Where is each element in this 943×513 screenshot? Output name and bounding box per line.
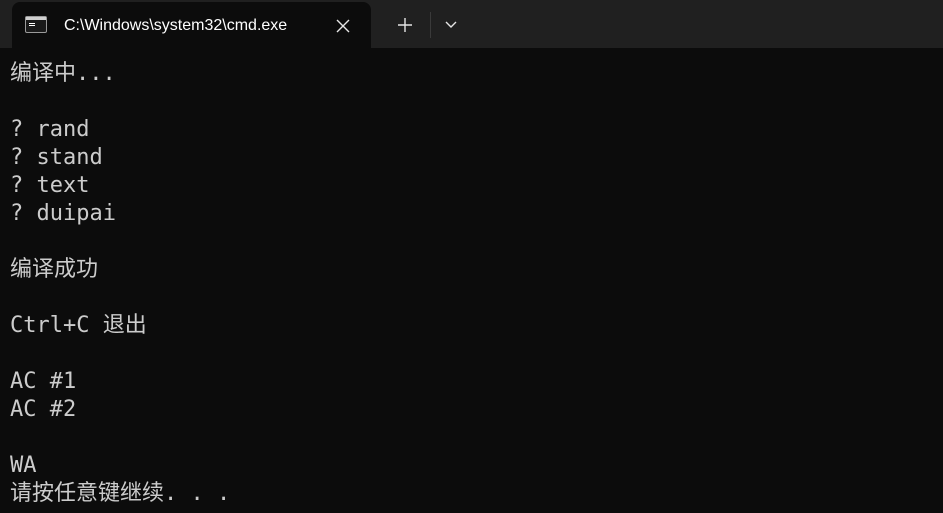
cmd-icon	[25, 16, 47, 33]
new-tab-button[interactable]	[389, 10, 421, 40]
console-line: ? rand	[10, 117, 90, 142]
console-line: ? text	[10, 173, 90, 198]
console-line: ? duipai	[10, 201, 116, 226]
console-line: Ctrl+C 退出	[10, 313, 147, 338]
console-line: 编译中...	[10, 61, 116, 86]
tab-title: C:\Windows\system32\cmd.exe	[64, 17, 288, 34]
terminal-window: C:\Windows\system32\cmd.exe 编译中... ? ran…	[0, 0, 943, 513]
close-icon	[336, 19, 350, 33]
tab-cmd[interactable]: C:\Windows\system32\cmd.exe	[12, 2, 371, 48]
tab-divider	[430, 12, 431, 38]
console-line: AC #1	[10, 369, 77, 394]
close-tab-button[interactable]	[330, 13, 356, 39]
console-line: WA	[10, 453, 37, 478]
console-line: 请按任意键继续. . .	[10, 481, 231, 506]
console-line: 编译成功	[10, 257, 99, 282]
tab-bar: C:\Windows\system32\cmd.exe	[0, 0, 943, 48]
plus-icon	[398, 18, 412, 32]
tab-dropdown-button[interactable]	[437, 10, 465, 40]
console-line: AC #2	[10, 397, 77, 422]
console-output[interactable]: 编译中... ? rand ? stand ? text ? duipai 编译…	[10, 60, 935, 510]
chevron-down-icon	[445, 21, 457, 28]
console-line: ? stand	[10, 145, 103, 170]
